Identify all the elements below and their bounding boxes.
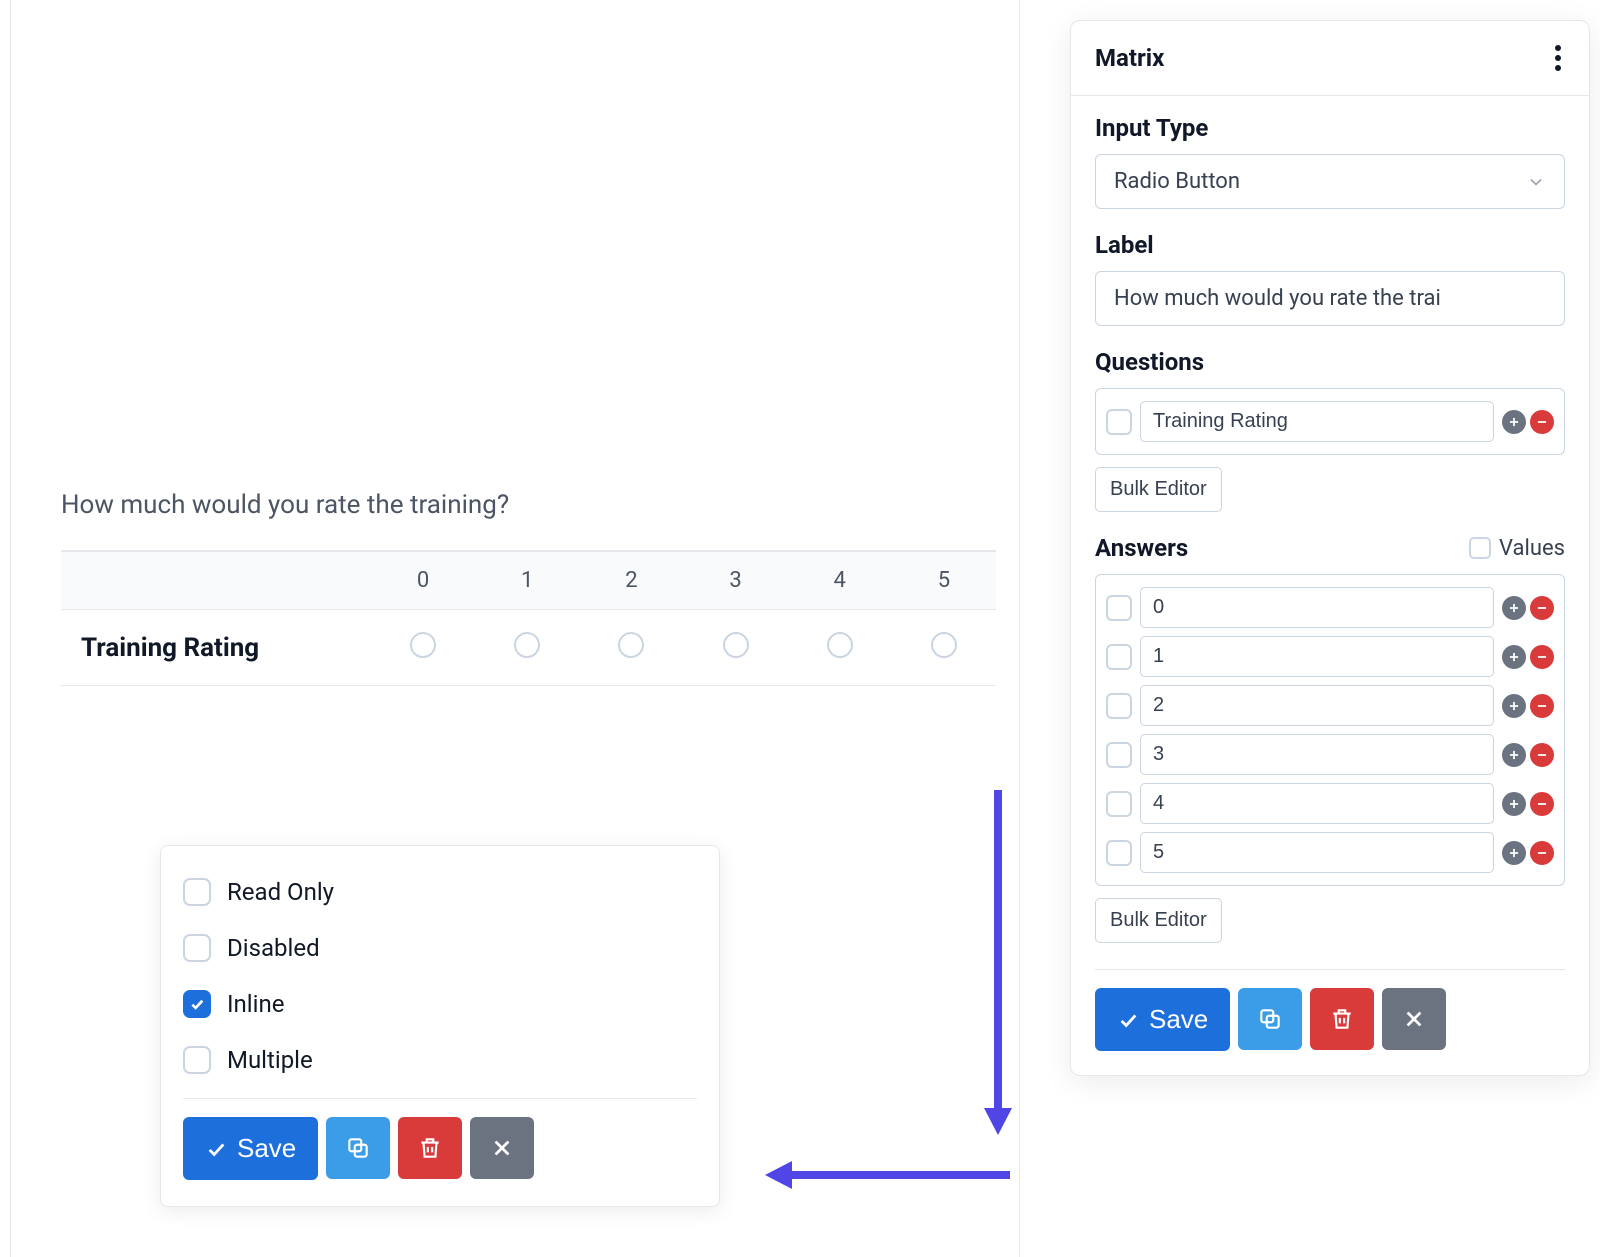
answer-check-0[interactable] [1106, 595, 1132, 621]
answer-row [1104, 779, 1556, 828]
radio-option-2[interactable] [618, 632, 644, 658]
values-checkbox[interactable] [1469, 537, 1491, 559]
answer-check-5[interactable] [1106, 840, 1132, 866]
copy-icon [1257, 1006, 1283, 1032]
answer-input-1[interactable] [1140, 636, 1494, 677]
answer-input-2[interactable] [1140, 685, 1494, 726]
answers-box [1095, 574, 1565, 886]
check-icon [205, 1138, 227, 1160]
panel-menu-button[interactable] [1551, 41, 1565, 75]
disabled-checkbox[interactable] [183, 934, 211, 962]
copy-button[interactable] [326, 1117, 390, 1179]
radio-option-0[interactable] [410, 632, 436, 658]
label-input[interactable]: How much would you rate the trai [1095, 271, 1565, 326]
answer-row [1104, 681, 1556, 730]
remove-answer-button[interactable] [1530, 743, 1554, 767]
remove-answer-button[interactable] [1530, 694, 1554, 718]
remove-answer-button[interactable] [1530, 841, 1554, 865]
answer-row [1104, 583, 1556, 632]
input-type-select[interactable]: Radio Button [1095, 154, 1565, 209]
matrix-col-4: 4 [788, 551, 892, 610]
answer-row [1104, 730, 1556, 779]
inline-checkbox[interactable] [183, 990, 211, 1018]
trash-icon [417, 1135, 443, 1161]
add-question-button[interactable] [1502, 410, 1526, 434]
answer-check-3[interactable] [1106, 742, 1132, 768]
panel-copy-button[interactable] [1238, 988, 1302, 1050]
panel-save-label: Save [1149, 1004, 1208, 1035]
label-label: Label [1095, 231, 1565, 259]
question-input-0[interactable] [1140, 401, 1494, 442]
matrix-row: Training Rating [61, 610, 996, 686]
questions-label: Questions [1095, 348, 1565, 376]
remove-answer-button[interactable] [1530, 645, 1554, 669]
inline-label: Inline [227, 990, 284, 1018]
matrix-header-blank [61, 551, 371, 610]
close-icon [491, 1137, 513, 1159]
add-answer-button[interactable] [1502, 743, 1526, 767]
read-only-checkbox[interactable] [183, 878, 211, 906]
annotation-arrow-down [978, 790, 1018, 1140]
answer-input-4[interactable] [1140, 783, 1494, 824]
panel-save-button[interactable]: Save [1095, 988, 1230, 1051]
multiple-label: Multiple [227, 1046, 313, 1074]
questions-box [1095, 388, 1565, 455]
close-icon [1403, 1008, 1425, 1030]
radio-option-3[interactable] [723, 632, 749, 658]
input-type-label: Input Type [1095, 114, 1565, 142]
check-icon [1117, 1009, 1139, 1031]
remove-question-button[interactable] [1530, 410, 1554, 434]
add-answer-button[interactable] [1502, 645, 1526, 669]
chevron-down-icon [1526, 172, 1546, 192]
copy-icon [345, 1135, 371, 1161]
disabled-label: Disabled [227, 934, 320, 962]
answer-input-5[interactable] [1140, 832, 1494, 873]
input-type-value: Radio Button [1114, 169, 1240, 194]
question-row [1104, 397, 1556, 446]
matrix-preview-table: 0 1 2 3 4 5 Training Rating [61, 550, 996, 686]
delete-button[interactable] [398, 1117, 462, 1179]
matrix-col-3: 3 [683, 551, 787, 610]
radio-option-1[interactable] [514, 632, 540, 658]
remove-answer-button[interactable] [1530, 596, 1554, 620]
answer-check-2[interactable] [1106, 693, 1132, 719]
answer-check-4[interactable] [1106, 791, 1132, 817]
preview-question-label: How much would you rate the training? [61, 490, 509, 520]
radio-option-5[interactable] [931, 632, 957, 658]
matrix-col-0: 0 [371, 551, 475, 610]
radio-option-4[interactable] [827, 632, 853, 658]
matrix-col-1: 1 [475, 551, 579, 610]
panel-delete-button[interactable] [1310, 988, 1374, 1050]
add-answer-button[interactable] [1502, 841, 1526, 865]
save-button[interactable]: Save [183, 1117, 318, 1180]
close-button[interactable] [470, 1117, 534, 1179]
add-answer-button[interactable] [1502, 596, 1526, 620]
values-label: Values [1499, 536, 1565, 561]
answers-label: Answers [1095, 534, 1188, 562]
question-check-0[interactable] [1106, 409, 1132, 435]
remove-answer-button[interactable] [1530, 792, 1554, 816]
add-answer-button[interactable] [1502, 694, 1526, 718]
annotation-arrow-left [760, 1155, 1010, 1195]
trash-icon [1329, 1006, 1355, 1032]
answer-input-3[interactable] [1140, 734, 1494, 775]
properties-panel: Matrix Input Type Radio Button Label How… [1070, 20, 1590, 1076]
questions-bulk-editor-button[interactable]: Bulk Editor [1095, 467, 1222, 512]
multiple-checkbox[interactable] [183, 1046, 211, 1074]
answers-bulk-editor-button[interactable]: Bulk Editor [1095, 898, 1222, 943]
matrix-col-2: 2 [579, 551, 683, 610]
options-popover: Read Only Disabled Inline Multiple Save [160, 845, 720, 1207]
answer-check-1[interactable] [1106, 644, 1132, 670]
panel-title: Matrix [1095, 44, 1164, 72]
matrix-col-5: 5 [892, 551, 996, 610]
answer-row [1104, 828, 1556, 877]
save-button-label: Save [237, 1133, 296, 1164]
answer-row [1104, 632, 1556, 681]
add-answer-button[interactable] [1502, 792, 1526, 816]
panel-close-button[interactable] [1382, 988, 1446, 1050]
read-only-label: Read Only [227, 878, 334, 906]
answer-input-0[interactable] [1140, 587, 1494, 628]
matrix-row-label: Training Rating [61, 610, 371, 686]
